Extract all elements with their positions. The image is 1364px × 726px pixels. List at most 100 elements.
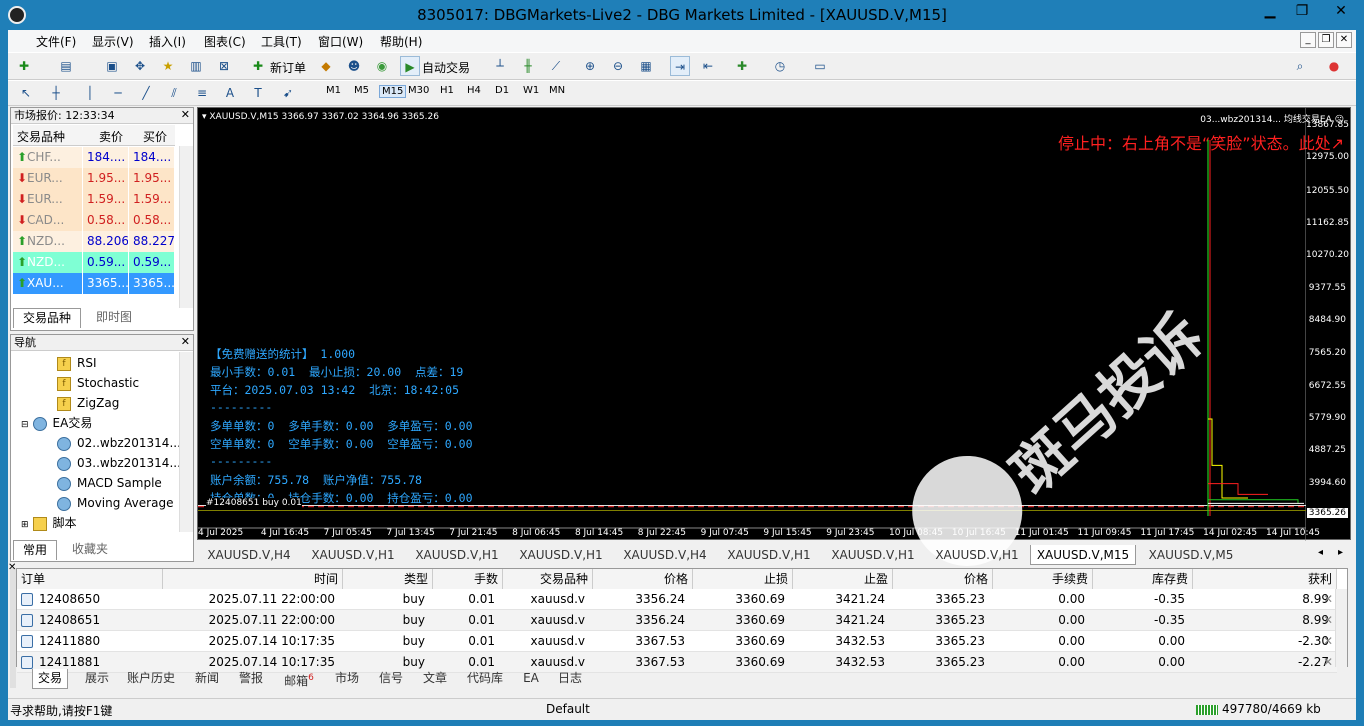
terminal-tab[interactable]: 交易 xyxy=(32,669,68,689)
data-window-icon[interactable]: ✥ xyxy=(130,56,150,76)
chart-tab[interactable]: XAUUSD.V,H4 xyxy=(198,545,300,565)
chart-shift-icon[interactable]: ⇤ xyxy=(698,56,718,76)
market-watch-row[interactable]: ⬇CAD... 0.58... 0.58... xyxy=(13,210,175,231)
terminal-tab[interactable]: EA xyxy=(516,669,546,689)
terminal-column-header[interactable]: 库存费 xyxy=(1093,569,1193,589)
cursor-icon[interactable]: ↖ xyxy=(16,83,36,103)
maximize-icon[interactable]: ❐ xyxy=(1290,2,1314,22)
nav-item-rsi[interactable]: f RSI xyxy=(57,353,97,373)
market-watch-row[interactable]: ⬆XAU... 3365.... 3365.... xyxy=(13,273,175,294)
new-chart-icon[interactable]: ✚ xyxy=(14,56,34,76)
nav-folder-scripts[interactable]: ⊞ 脚本 xyxy=(21,513,77,533)
terminal-column-header[interactable]: 手续费 xyxy=(993,569,1093,589)
market-watch-row[interactable]: ⬇EUR... 1.59... 1.59... xyxy=(13,189,175,210)
terminal-tab[interactable]: 市场 xyxy=(328,669,366,689)
candlestick-icon[interactable]: ╫ xyxy=(518,56,538,76)
terminal-column-header[interactable]: 价格 xyxy=(893,569,993,589)
close-order-icon[interactable]: ✕ xyxy=(1323,631,1335,652)
terminal-icon[interactable]: ▥ xyxy=(186,56,206,76)
trendline-icon[interactable]: ╱ xyxy=(136,83,156,103)
terminal-scrollbar[interactable] xyxy=(1335,589,1347,667)
terminal-column-header[interactable]: 获利 xyxy=(1193,569,1337,589)
timeframe-d1[interactable]: D1 xyxy=(495,85,509,96)
chart-tab[interactable]: XAUUSD.V,H1 xyxy=(302,545,404,565)
market-watch-close-icon[interactable]: ✕ xyxy=(181,108,190,121)
terminal-tab[interactable]: 邮箱6 xyxy=(276,669,322,689)
bar-chart-icon[interactable]: ┴ xyxy=(490,56,510,76)
col-symbol[interactable]: 交易品种 xyxy=(17,128,65,145)
templates-icon[interactable]: ▭ xyxy=(810,56,830,76)
tab-scroll-right-icon[interactable]: ▸ xyxy=(1338,547,1343,558)
mdi-close-icon[interactable]: ✕ xyxy=(1336,32,1352,48)
terminal-column-header[interactable]: 订单 xyxy=(17,569,163,589)
chart-tab[interactable]: XAUUSD.V,H1 xyxy=(718,545,820,565)
close-order-icon[interactable]: ✕ xyxy=(1323,652,1335,673)
navigator-icon[interactable]: ★ xyxy=(158,56,178,76)
horizontal-line-icon[interactable]: ─ xyxy=(108,83,128,103)
order-row[interactable]: 12408651 2025.07.11 22:00:00 buy 0.01 xauusd… xyxy=(17,610,1337,631)
search-icon[interactable]: ⌕ xyxy=(1290,56,1310,76)
timeframe-h1[interactable]: H1 xyxy=(440,85,454,96)
expand-icon[interactable]: ⊞ xyxy=(21,520,29,530)
nav-item-zigzag[interactable]: f ZigZag xyxy=(57,393,119,413)
terminal-tab[interactable]: 代码库 xyxy=(460,669,510,689)
metaeditor-icon[interactable]: ◆ xyxy=(316,56,336,76)
close-order-icon[interactable]: ✕ xyxy=(1323,610,1335,631)
terminal-tab[interactable]: 账户历史 xyxy=(120,669,182,689)
minimize-icon[interactable]: ▁ xyxy=(1258,2,1282,22)
tab-symbols[interactable]: 交易品种 xyxy=(13,308,81,328)
chart-tab[interactable]: XAUUSD.V,M5 xyxy=(1140,545,1242,565)
market-watch-icon[interactable]: ▣ xyxy=(102,56,122,76)
zoom-in-icon[interactable]: ⊕ xyxy=(580,56,600,76)
col-ask[interactable]: 买价 xyxy=(143,128,167,145)
chart-tab[interactable]: XAUUSD.V,H1 xyxy=(510,545,612,565)
order-row[interactable]: 12411880 2025.07.14 10:17:35 buy 0.01 xauusd… xyxy=(17,631,1337,652)
new-order-button[interactable]: 新订单 xyxy=(270,59,306,76)
chart-window[interactable]: ▾ XAUUSD.V,M15 3366.97 3367.02 3364.96 3… xyxy=(197,107,1351,589)
crosshair-icon[interactable]: ┼ xyxy=(46,83,66,103)
menu-view[interactable]: 显示(V) xyxy=(92,33,134,50)
community-icon[interactable]: ☻ xyxy=(344,56,364,76)
col-bid[interactable]: 卖价 xyxy=(99,128,123,145)
line-chart-icon[interactable]: ⟋ xyxy=(546,56,566,76)
chart-tab[interactable]: XAUUSD.V,H1 xyxy=(822,545,924,565)
new-order-icon[interactable]: ✚ xyxy=(248,56,268,76)
fibonacci-icon[interactable]: ≡ xyxy=(192,83,212,103)
market-watch-row[interactable]: ⬇EUR... 1.95... 1.95... xyxy=(13,168,175,189)
menu-tools[interactable]: 工具(T) xyxy=(261,33,302,50)
timeframe-w1[interactable]: W1 xyxy=(523,85,539,96)
zoom-out-icon[interactable]: ⊖ xyxy=(608,56,628,76)
navigator-scrollbar[interactable] xyxy=(179,352,193,532)
terminal-column-header[interactable]: 时间 xyxy=(163,569,343,589)
menu-insert[interactable]: 插入(I) xyxy=(149,33,186,50)
vertical-line-icon[interactable]: │ xyxy=(80,83,100,103)
nav-item-moving-average[interactable]: Moving Average xyxy=(57,493,173,513)
terminal-column-header[interactable]: 类型 xyxy=(343,569,433,589)
market-watch-row[interactable]: ⬆NZD... 88.206 88.227 xyxy=(13,231,175,252)
menu-help[interactable]: 帮助(H) xyxy=(380,33,422,50)
terminal-tab[interactable]: 信号 xyxy=(372,669,410,689)
nav-folder-ea[interactable]: ⊟ EA交易 xyxy=(21,413,92,433)
terminal-tab[interactable]: 新闻 xyxy=(188,669,226,689)
timeframe-m1[interactable]: M1 xyxy=(326,85,341,96)
terminal-tab[interactable]: 警报 xyxy=(232,669,270,689)
equidistant-channel-icon[interactable]: ⫽ xyxy=(164,83,184,103)
terminal-column-header[interactable]: 止损 xyxy=(693,569,793,589)
tab-common[interactable]: 常用 xyxy=(13,540,57,560)
terminal-tab[interactable]: 日志 xyxy=(552,669,588,689)
nav-item-ea-02[interactable]: 02..wbz201314... xyxy=(57,433,181,453)
tile-windows-icon[interactable]: ▦ xyxy=(636,56,656,76)
mdi-restore-icon[interactable]: ❐ xyxy=(1318,32,1334,48)
collapse-icon[interactable]: ⊟ xyxy=(21,420,29,430)
tab-tick-chart[interactable]: 即时图 xyxy=(85,308,143,328)
terminal-column-header[interactable]: 止盈 xyxy=(793,569,893,589)
auto-scroll-icon[interactable]: ⇥ xyxy=(670,56,690,76)
timeframe-h4[interactable]: H4 xyxy=(467,85,481,96)
timeframe-m15[interactable]: M15 xyxy=(379,85,407,98)
timeframe-m5[interactable]: M5 xyxy=(354,85,369,96)
close-icon[interactable]: ✕ xyxy=(1324,2,1358,22)
terminal-column-header[interactable]: 手数 xyxy=(433,569,503,589)
nav-item-stochastic[interactable]: f Stochastic xyxy=(57,373,139,393)
auto-trading-icon[interactable]: ▶ xyxy=(400,56,420,76)
order-row[interactable]: 12408650 2025.07.11 22:00:00 buy 0.01 xauusd… xyxy=(17,589,1337,610)
